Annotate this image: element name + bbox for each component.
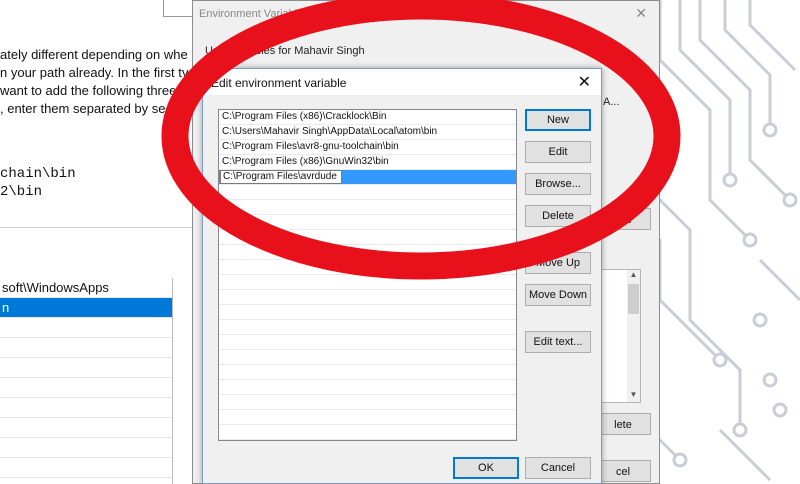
list-item[interactable] bbox=[0, 378, 172, 398]
list-item[interactable] bbox=[0, 358, 172, 378]
delete-button[interactable]: lete bbox=[595, 208, 651, 230]
list-item[interactable] bbox=[0, 318, 172, 338]
path-item[interactable] bbox=[219, 305, 516, 320]
list-item[interactable] bbox=[0, 438, 172, 458]
cancel-button[interactable]: cel bbox=[595, 460, 651, 482]
path-item[interactable] bbox=[219, 200, 516, 215]
article-line: , enter them separated by se bbox=[0, 101, 166, 116]
chevron-down-icon[interactable]: ▼ bbox=[627, 390, 640, 402]
browse-button[interactable]: Browse... bbox=[525, 173, 591, 195]
path-item[interactable] bbox=[219, 260, 516, 275]
list-item-selected[interactable]: n bbox=[0, 298, 172, 318]
edit-text-button[interactable]: Edit text... bbox=[525, 331, 591, 353]
chevron-up-icon[interactable]: ▲ bbox=[627, 270, 640, 282]
path-item[interactable] bbox=[219, 290, 516, 305]
user-variables-label: User variables for Mahavir Singh bbox=[205, 45, 365, 57]
divider bbox=[0, 227, 195, 228]
path-item[interactable] bbox=[219, 410, 516, 425]
list-item[interactable] bbox=[0, 458, 172, 478]
edit-button[interactable]: Edit bbox=[525, 141, 591, 163]
path-item[interactable] bbox=[219, 185, 516, 200]
system-variables-list[interactable]: ▲ ▼ bbox=[597, 269, 641, 403]
close-icon[interactable]: ✕ bbox=[578, 72, 591, 92]
path-item[interactable]: C:\Program Files\avr8-gnu-toolchain\bin bbox=[219, 140, 516, 155]
delete-button[interactable]: lete bbox=[595, 413, 651, 435]
code-line: 2\bin bbox=[0, 184, 43, 200]
list-item[interactable] bbox=[0, 418, 172, 438]
cancel-button[interactable]: Cancel bbox=[525, 457, 591, 479]
path-item-editing[interactable]: C:\Program Files\avrdude bbox=[219, 170, 516, 185]
background-path-list: soft\WindowsApps n bbox=[0, 278, 173, 484]
path-item[interactable] bbox=[219, 215, 516, 230]
article-line: want to add the following three bbox=[0, 83, 177, 98]
path-item[interactable] bbox=[219, 335, 516, 350]
path-item[interactable]: C:\Program Files (x86)\GnuWin32\bin bbox=[219, 155, 516, 170]
list-item[interactable] bbox=[0, 338, 172, 358]
list-item[interactable] bbox=[0, 398, 172, 418]
article-line: n your path already. In the first ty bbox=[0, 65, 189, 80]
move-up-button[interactable]: Move Up bbox=[525, 252, 591, 274]
path-item[interactable]: C:\Users\Mahavir Singh\AppData\Local\ato… bbox=[219, 125, 516, 140]
scrollbar-thumb[interactable] bbox=[628, 284, 639, 314]
path-item[interactable]: C:\Program Files (x86)\Cracklock\Bin bbox=[219, 110, 516, 125]
path-list[interactable]: C:\Program Files (x86)\Cracklock\Bin C:\… bbox=[218, 109, 517, 441]
path-item[interactable] bbox=[219, 230, 516, 245]
move-down-button[interactable]: Move Down bbox=[525, 284, 591, 306]
path-item[interactable] bbox=[219, 245, 516, 260]
delete-button[interactable]: Delete bbox=[525, 205, 591, 227]
dialog-title: Edit environment variable bbox=[211, 76, 347, 90]
variable-value-truncated: A... bbox=[603, 96, 620, 108]
code-line: chain\bin bbox=[0, 166, 76, 182]
dialog-titlebar: Edit environment variable ✕ bbox=[203, 69, 601, 95]
path-edit-input[interactable]: C:\Program Files\avrdude bbox=[220, 170, 342, 184]
path-item[interactable] bbox=[219, 365, 516, 380]
ok-button[interactable]: OK bbox=[453, 457, 519, 479]
background-article: ately different depending on whe n your … bbox=[0, 46, 200, 118]
path-item[interactable] bbox=[219, 350, 516, 365]
path-item[interactable] bbox=[219, 275, 516, 290]
path-item[interactable] bbox=[219, 320, 516, 335]
path-item[interactable] bbox=[219, 380, 516, 395]
edit-environment-variable-dialog: Edit environment variable ✕ C:\Program F… bbox=[202, 68, 602, 484]
background-dialog-fragment bbox=[163, 0, 194, 17]
background-code: chain\bin 2\bin bbox=[0, 165, 76, 201]
list-item[interactable]: soft\WindowsApps bbox=[0, 278, 172, 298]
close-icon[interactable]: ✕ bbox=[635, 5, 647, 22]
path-item[interactable] bbox=[219, 425, 516, 440]
new-button[interactable]: New bbox=[525, 109, 591, 131]
path-item[interactable] bbox=[219, 395, 516, 410]
window-title: Environment Variables bbox=[199, 8, 309, 20]
article-line: ately different depending on whe bbox=[0, 47, 188, 62]
scrollbar[interactable]: ▲ ▼ bbox=[627, 270, 640, 402]
